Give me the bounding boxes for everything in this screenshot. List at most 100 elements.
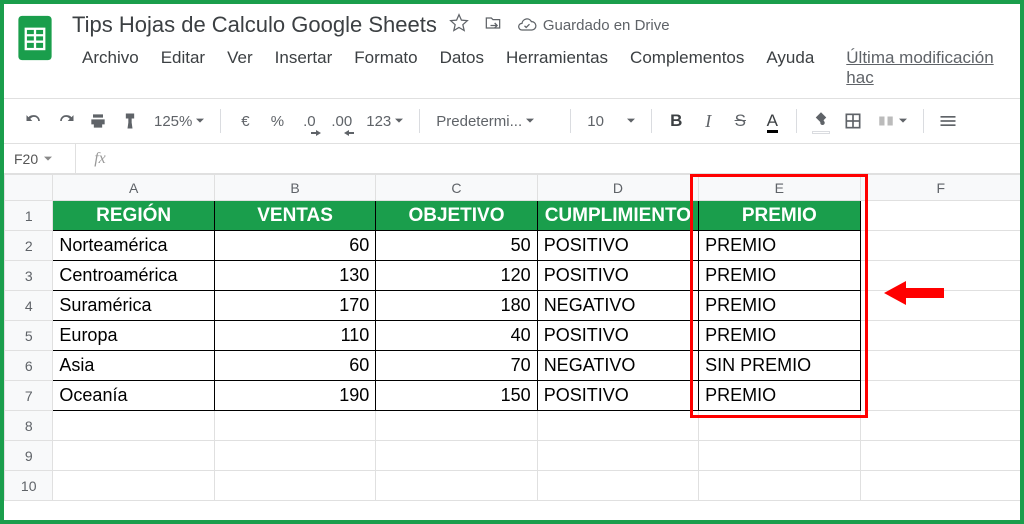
percent-button[interactable]: % [263, 106, 291, 136]
cell[interactable] [214, 411, 375, 441]
cell[interactable]: Norteamérica [53, 231, 214, 261]
cell[interactable] [53, 471, 214, 501]
cell[interactable]: NEGATIVO [537, 351, 698, 381]
merge-cells-button[interactable] [871, 112, 913, 130]
row-header[interactable]: 10 [5, 471, 53, 501]
cell[interactable] [537, 441, 698, 471]
cell[interactable] [860, 411, 1020, 441]
menu-herramientas[interactable]: Herramientas [496, 44, 618, 92]
star-icon[interactable] [449, 13, 469, 38]
cell[interactable] [860, 231, 1020, 261]
cell[interactable]: 150 [376, 381, 537, 411]
cell[interactable] [699, 441, 860, 471]
print-button[interactable] [84, 106, 112, 136]
cell[interactable]: PREMIO [699, 231, 860, 261]
cell[interactable]: 70 [376, 351, 537, 381]
italic-button[interactable]: I [694, 106, 722, 136]
cell[interactable]: POSITIVO [537, 261, 698, 291]
cloud-saved-icon[interactable]: Guardado en Drive [517, 15, 670, 35]
menu-insertar[interactable]: Insertar [265, 44, 343, 92]
cell[interactable] [860, 471, 1020, 501]
cell[interactable]: REGIÓN [53, 201, 214, 231]
cell[interactable]: SIN PREMIO [699, 351, 860, 381]
move-icon[interactable] [483, 13, 503, 38]
cell[interactable]: 110 [214, 321, 375, 351]
cell[interactable]: 60 [214, 351, 375, 381]
cell[interactable] [214, 471, 375, 501]
cell[interactable]: POSITIVO [537, 321, 698, 351]
cell[interactable]: PREMIO [699, 201, 860, 231]
cell[interactable] [699, 411, 860, 441]
name-box[interactable]: F20 [4, 144, 76, 173]
bold-button[interactable]: B [662, 106, 690, 136]
cell[interactable]: PREMIO [699, 381, 860, 411]
cell[interactable]: VENTAS [214, 201, 375, 231]
row-header[interactable]: 7 [5, 381, 53, 411]
cell[interactable]: Centroamérica [53, 261, 214, 291]
col-header-C[interactable]: C [376, 175, 537, 201]
cell[interactable] [537, 411, 698, 441]
borders-button[interactable] [839, 106, 867, 136]
cell[interactable] [860, 351, 1020, 381]
cell[interactable]: PREMIO [699, 261, 860, 291]
cell[interactable] [376, 471, 537, 501]
strikethrough-button[interactable]: S [726, 106, 754, 136]
menu-datos[interactable]: Datos [430, 44, 494, 92]
more-toolbar-button[interactable] [934, 106, 962, 136]
row-header[interactable]: 2 [5, 231, 53, 261]
cell[interactable]: 40 [376, 321, 537, 351]
cell[interactable]: PREMIO [699, 321, 860, 351]
cell[interactable]: 60 [214, 231, 375, 261]
undo-button[interactable] [20, 106, 48, 136]
row-header[interactable]: 5 [5, 321, 53, 351]
cell[interactable] [537, 471, 698, 501]
cell[interactable] [860, 261, 1020, 291]
col-header-F[interactable]: F [860, 175, 1020, 201]
redo-button[interactable] [52, 106, 80, 136]
row-header[interactable]: 6 [5, 351, 53, 381]
paint-format-button[interactable] [116, 106, 144, 136]
cell[interactable] [860, 201, 1020, 231]
cell[interactable] [214, 441, 375, 471]
font-size-dropdown[interactable]: 10 [581, 113, 641, 130]
cell[interactable]: CUMPLIMIENTO [537, 201, 698, 231]
currency-button[interactable]: € [231, 106, 259, 136]
select-all-corner[interactable] [5, 175, 53, 201]
cell[interactable]: 130 [214, 261, 375, 291]
cell[interactable]: Suramérica [53, 291, 214, 321]
menu-archivo[interactable]: Archivo [72, 44, 149, 92]
cell[interactable] [376, 411, 537, 441]
cell[interactable]: 120 [376, 261, 537, 291]
document-title[interactable]: Tips Hojas de Calculo Google Sheets [72, 12, 437, 38]
text-color-button[interactable]: A [758, 106, 786, 136]
cell[interactable] [860, 441, 1020, 471]
cell[interactable] [376, 441, 537, 471]
cell[interactable] [860, 381, 1020, 411]
menu-editar[interactable]: Editar [151, 44, 215, 92]
cell[interactable]: Europa [53, 321, 214, 351]
last-modified-link[interactable]: Última modificación hac [836, 44, 1010, 92]
cell[interactable]: POSITIVO [537, 381, 698, 411]
row-header[interactable]: 1 [5, 201, 53, 231]
row-header[interactable]: 8 [5, 411, 53, 441]
number-format-dropdown[interactable]: 123 [360, 113, 409, 130]
cell[interactable] [860, 321, 1020, 351]
sheets-logo-icon[interactable] [14, 10, 56, 66]
cell[interactable]: Oceanía [53, 381, 214, 411]
cell[interactable]: 170 [214, 291, 375, 321]
cell[interactable] [860, 291, 1020, 321]
menu-ayuda[interactable]: Ayuda [756, 44, 824, 92]
col-header-D[interactable]: D [537, 175, 698, 201]
col-header-B[interactable]: B [214, 175, 375, 201]
decrease-decimal-button[interactable]: .0 [295, 106, 323, 136]
row-header[interactable]: 9 [5, 441, 53, 471]
font-dropdown[interactable]: Predetermi... [430, 113, 560, 130]
cell[interactable]: 180 [376, 291, 537, 321]
cell[interactable] [53, 441, 214, 471]
row-header[interactable]: 4 [5, 291, 53, 321]
menu-formato[interactable]: Formato [344, 44, 427, 92]
menu-complementos[interactable]: Complementos [620, 44, 754, 92]
cell[interactable]: POSITIVO [537, 231, 698, 261]
zoom-dropdown[interactable]: 125% [148, 113, 210, 130]
cell[interactable] [699, 471, 860, 501]
